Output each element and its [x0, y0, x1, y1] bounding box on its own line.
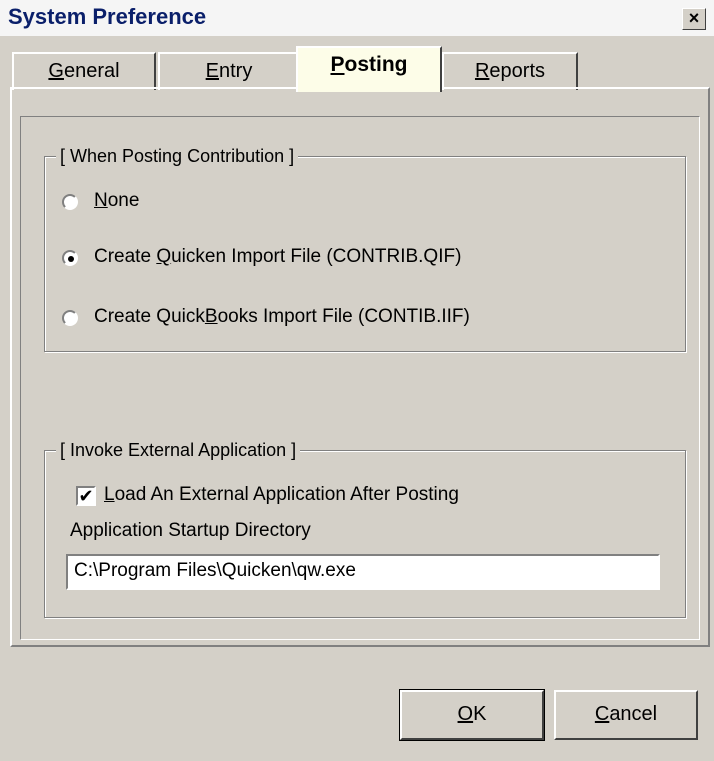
- radio-button[interactable]: [62, 250, 78, 266]
- load-external-app-checkbox[interactable]: ✔: [76, 486, 96, 506]
- title-bar: System Preference ×: [0, 0, 714, 36]
- radio-label: None: [94, 190, 140, 211]
- button-label: OK: [457, 703, 487, 725]
- window-title: System Preference: [8, 4, 207, 29]
- tab-reports[interactable]: Reports: [442, 52, 578, 90]
- tab-label: General: [48, 60, 120, 82]
- radio-label: Create QuickBooks Import File (CONTIB.II…: [94, 306, 470, 327]
- tab-general[interactable]: General: [12, 52, 156, 90]
- cancel-button[interactable]: Cancel: [554, 690, 698, 740]
- radio-selected-dot: [68, 256, 74, 262]
- radio-label: Create Quicken Import File (CONTRIB.QIF): [94, 246, 462, 267]
- tab-label: Entry: [205, 60, 253, 82]
- contribution-group-legend: [ When Posting Contribution ]: [56, 146, 299, 167]
- tab-label: Posting: [330, 53, 408, 76]
- ok-button[interactable]: OK: [399, 689, 545, 741]
- close-icon: ×: [688, 8, 700, 28]
- external-app-group-legend: [ Invoke External Application ]: [56, 440, 301, 461]
- tab-posting[interactable]: Posting: [296, 46, 442, 92]
- radio-button[interactable]: [62, 310, 78, 326]
- tab-label: Reports: [474, 60, 546, 82]
- startup-dir-input[interactable]: C:\Program Files\Quicken\qw.exe: [66, 554, 660, 590]
- startup-dir-label: Application Startup Directory: [70, 520, 311, 541]
- button-label: Cancel: [594, 703, 658, 725]
- tab-entry[interactable]: Entry: [158, 52, 300, 90]
- close-button[interactable]: ×: [682, 8, 706, 30]
- checkbox-label: Load An External Application After Posti…: [104, 484, 459, 505]
- radio-button[interactable]: [62, 194, 78, 210]
